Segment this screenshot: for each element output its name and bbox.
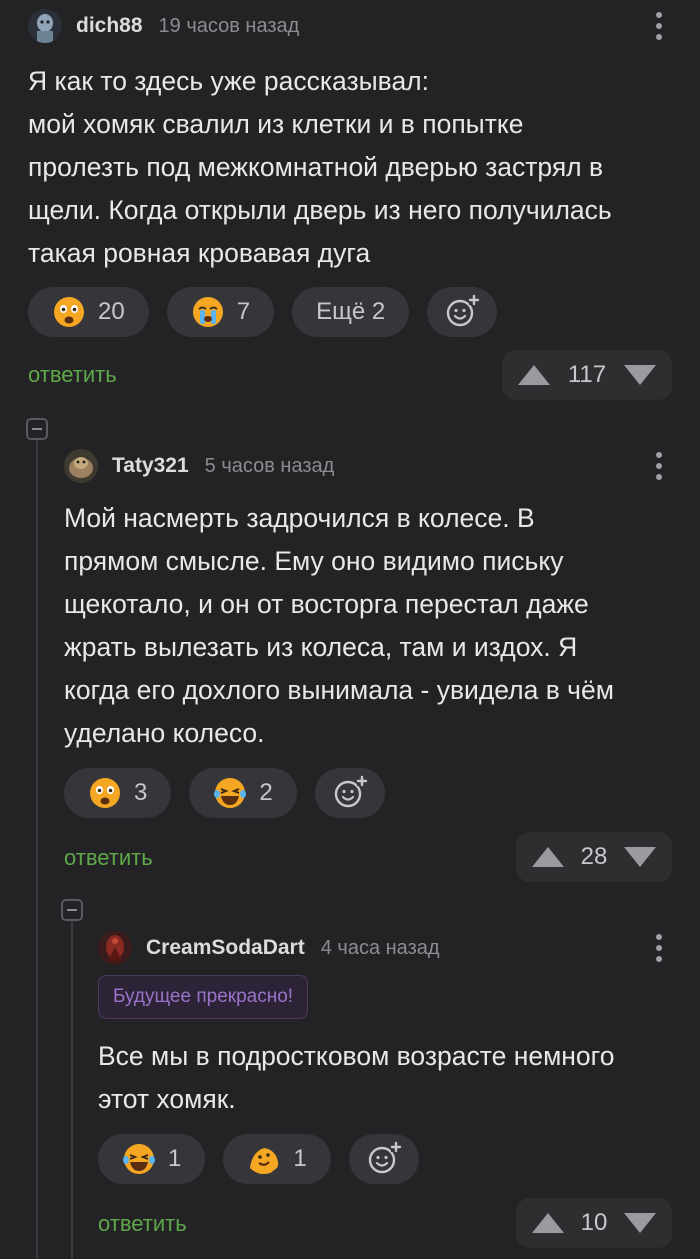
collapse-thread-button[interactable]	[61, 899, 83, 921]
reaction-count: 1	[168, 1145, 182, 1172]
more-options-icon[interactable]	[656, 452, 662, 480]
reactions-bar: 1 1	[98, 1134, 419, 1184]
upvote-icon[interactable]	[532, 847, 564, 867]
shocked-face-emoji-icon	[54, 297, 84, 327]
avatar[interactable]	[98, 931, 132, 965]
rating-widget: 117	[502, 350, 672, 400]
comment-text-line: мой хомяк свалил из клетки и в попытке	[28, 109, 524, 139]
add-reaction-button[interactable]	[314, 768, 385, 818]
add-reaction-icon	[368, 1141, 401, 1174]
comment-text-line: такая ровная кровавая дуга	[28, 238, 371, 268]
reaction-button[interactable]: 1	[98, 1134, 206, 1184]
comment-text: Я как то здесь уже рассказывал: мой хомя…	[28, 60, 680, 275]
add-reaction-icon	[334, 775, 367, 808]
comment-text-line: щекотало, и он от восторга перестал даже	[64, 589, 589, 619]
laughing-tears-emoji-icon	[214, 778, 247, 808]
reaction-count: 3	[134, 779, 148, 806]
comment-text: Мой насмерть задрочился в колесе. В прям…	[64, 497, 680, 755]
reaction-button[interactable]: 20	[28, 287, 149, 337]
rating-value: 117	[567, 361, 607, 388]
downvote-icon[interactable]	[623, 847, 656, 867]
more-options-icon[interactable]	[656, 934, 662, 962]
add-reaction-button[interactable]	[348, 1134, 419, 1184]
reaction-button[interactable]: 2	[189, 768, 297, 818]
rating-value: 28	[580, 843, 608, 870]
more-reactions-label: Ещё 2	[316, 298, 386, 325]
reaction-button[interactable]: 7	[166, 287, 275, 337]
reaction-button[interactable]: 3	[64, 768, 172, 818]
reactions-bar: 20 7 Ещё 2	[28, 287, 498, 337]
comment-header: Taty321 5 часов назад	[64, 440, 700, 492]
reaction-count: 7	[236, 298, 251, 325]
avatar[interactable]	[64, 449, 98, 483]
user-badge[interactable]: Будущее прекрасно!	[98, 975, 309, 1019]
add-reaction-button[interactable]	[427, 287, 498, 337]
comment-text-line: жрать вылезать из колеса, там и издох. Я	[64, 632, 578, 662]
comment-text-line: когда его дохлого вынимала - увидела в ч…	[64, 675, 614, 705]
comment-text-line: пролезть под межкомнатной дверью застрял…	[28, 152, 604, 182]
comment-text-line: прямом смысле. Ему оно видимо письку	[64, 546, 564, 576]
comment-text-line: Я как то здесь уже рассказывал:	[28, 66, 430, 96]
comment-text-line: уделано колесо.	[64, 718, 265, 748]
more-options-icon[interactable]	[656, 12, 662, 40]
melting-face-emoji-icon	[250, 1148, 279, 1174]
rating-value: 10	[580, 1209, 608, 1236]
add-reaction-icon	[446, 294, 480, 327]
upvote-icon[interactable]	[518, 365, 550, 385]
collapse-thread-button[interactable]	[26, 418, 48, 440]
reply-link[interactable]: ответить	[98, 1211, 187, 1237]
reply-link[interactable]: ответить	[64, 845, 153, 871]
crying-face-emoji-icon	[192, 297, 223, 327]
reaction-count: 1	[293, 1145, 307, 1172]
downvote-icon[interactable]	[623, 365, 656, 385]
comment-text-line: Мой насмерть задрочился в колесе. В	[64, 503, 535, 533]
thread-line	[71, 920, 73, 1259]
comment-time: 19 часов назад	[158, 14, 300, 37]
comment-text-line: этот хомяк.	[98, 1084, 236, 1114]
comment-header: CreamSodaDart 4 часа назад	[98, 922, 700, 974]
comment-time: 5 часов назад	[204, 454, 335, 477]
reactions-bar: 3 2	[64, 768, 385, 818]
comment-text: Все мы в подростковом возрасте немного э…	[98, 1035, 680, 1121]
comment-header: dich88 19 часов назад	[28, 0, 700, 52]
reaction-button[interactable]: 1	[223, 1134, 331, 1184]
more-reactions-button[interactable]: Ещё 2	[292, 287, 410, 337]
upvote-icon[interactable]	[532, 1213, 564, 1233]
laughing-tears-emoji-icon	[123, 1144, 155, 1174]
comment-text-line: щели. Когда открыли дверь из него получи…	[28, 195, 612, 225]
rating-widget: 10	[516, 1198, 672, 1248]
avatar[interactable]	[28, 9, 62, 43]
author-name[interactable]: CreamSodaDart	[146, 936, 305, 960]
rating-widget: 28	[516, 832, 672, 882]
comment-time: 4 часа назад	[320, 936, 440, 959]
comment-text-line: Все мы в подростковом возрасте немного	[98, 1041, 615, 1071]
author-name[interactable]: dich88	[76, 14, 143, 38]
reaction-count: 2	[259, 779, 273, 806]
shocked-face-emoji-icon	[90, 778, 120, 808]
downvote-icon[interactable]	[623, 1213, 656, 1233]
reply-link[interactable]: ответить	[28, 362, 117, 388]
author-name[interactable]: Taty321	[112, 454, 189, 478]
reaction-count: 20	[98, 298, 125, 325]
thread-line	[36, 440, 38, 1259]
